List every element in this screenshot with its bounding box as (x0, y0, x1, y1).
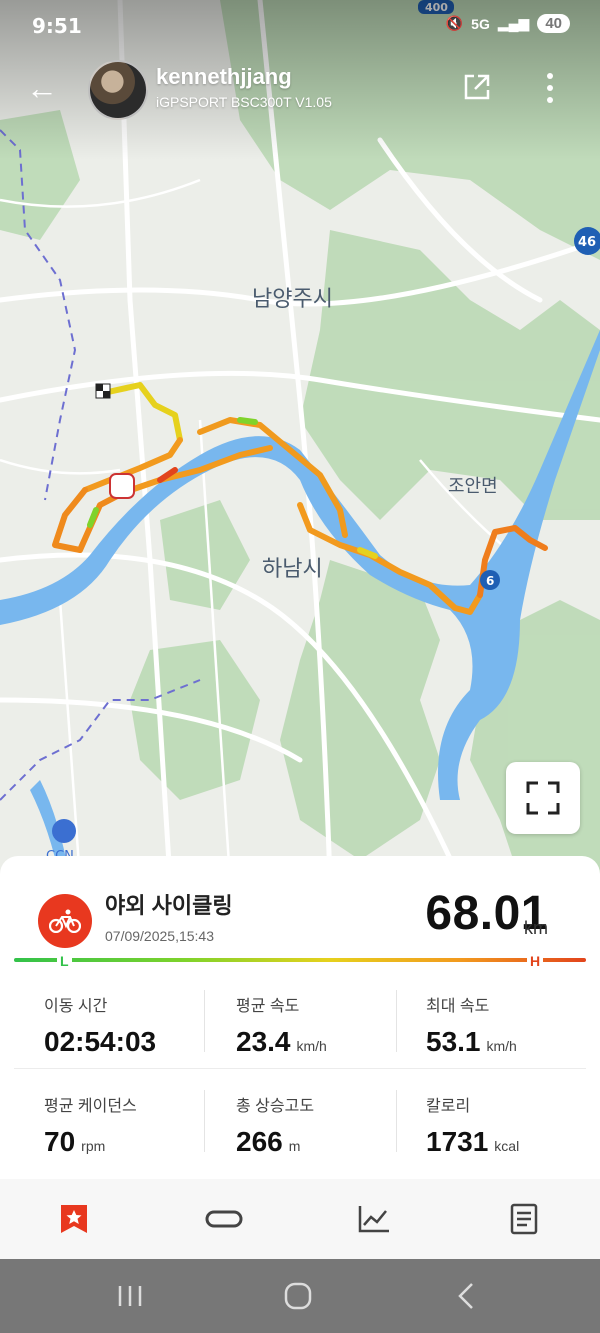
stat-unit: kcal (494, 1138, 520, 1154)
stat-label: 칼로리 (426, 1098, 471, 1115)
stat-value: 70 (44, 1126, 76, 1157)
lap-track-icon (205, 1210, 243, 1228)
divider (204, 990, 205, 1052)
stat-label: 최대 속도 (426, 998, 490, 1015)
recent-apps-icon[interactable] (110, 1281, 150, 1311)
status-time: 9:51 (32, 14, 82, 38)
more-options-icon[interactable] (540, 70, 560, 106)
route-map[interactable]: 남양주시 하남시 조안면 CCN 400 46 6 (0, 0, 600, 880)
stat-avg-cadence: 평균 케이던스 70 rpm (44, 1092, 214, 1158)
back-nav-icon[interactable] (446, 1281, 486, 1311)
tab-details[interactable] (504, 1201, 544, 1237)
network-label: 5G (471, 15, 490, 32)
stat-moving-time: 이동 시간 02:54:03 (44, 992, 214, 1058)
scale-high-label: H (527, 953, 544, 969)
stat-unit: m (288, 1138, 301, 1154)
cycling-icon (38, 894, 92, 948)
stat-total-ascent: 총 상승고도 266 m (236, 1092, 406, 1158)
stat-calories: 칼로리 1731 kcal (426, 1092, 596, 1158)
home-icon[interactable] (278, 1281, 318, 1311)
divider (396, 990, 397, 1052)
stat-value: 1731 (426, 1126, 489, 1157)
status-bar: 9:51 🔇 5G ▂▄▆ 40 (0, 0, 600, 54)
stat-unit: km/h (486, 1038, 517, 1054)
map-label-city1: 남양주시 (252, 287, 333, 312)
avatar[interactable] (88, 60, 148, 120)
stat-avg-speed: 평균 속도 23.4 km/h (236, 992, 406, 1058)
bottom-tab-bar (0, 1179, 600, 1259)
divider (396, 1090, 397, 1152)
road-badge-46: 46 (578, 235, 596, 250)
speed-color-scale (14, 958, 586, 962)
stat-unit: rpm (81, 1138, 106, 1154)
stat-value: 23.4 (236, 1026, 291, 1057)
system-navigation-bar (0, 1259, 600, 1333)
stat-value: 53.1 (426, 1026, 481, 1057)
mute-icon: 🔇 (445, 15, 464, 31)
header-bar: ← kennethjjang iGPSPORT BSC300T V1.05 (0, 54, 600, 126)
stat-max-speed: 최대 속도 53.1 km/h (426, 992, 596, 1058)
divider (204, 1090, 205, 1152)
back-arrow-icon[interactable]: ← (26, 72, 58, 104)
tab-charts[interactable] (354, 1201, 394, 1237)
stat-label: 평균 케이던스 (44, 1098, 137, 1115)
map-label-town: 조안면 (448, 476, 498, 497)
line-chart-icon (358, 1206, 389, 1233)
stat-unit: km/h (296, 1038, 327, 1054)
stat-label: 평균 속도 (236, 998, 300, 1015)
distance-unit: km (524, 918, 548, 938)
username[interactable]: kennethjjang (156, 64, 292, 90)
stat-value: 02:54:03 (44, 1026, 157, 1057)
stat-value: 266 (236, 1126, 283, 1157)
stat-label: 이동 시간 (44, 998, 108, 1015)
road-badge-6: 6 (486, 574, 494, 588)
tab-summary[interactable] (54, 1201, 94, 1237)
scale-low-label: L (57, 953, 72, 969)
fullscreen-icon (526, 781, 560, 815)
signal-icon: ▂▄▆ (497, 15, 530, 31)
fullscreen-button[interactable] (506, 762, 580, 834)
tab-laps[interactable] (204, 1201, 244, 1237)
activity-type: 야외 사이클링 (105, 893, 233, 918)
device-name: iGPSPORT BSC300T V1.05 (156, 94, 332, 110)
bookmark-star-icon (61, 1205, 87, 1233)
document-list-icon (510, 1203, 538, 1235)
battery-badge: 40 (537, 14, 570, 33)
share-icon[interactable] (462, 72, 492, 102)
row-divider (14, 1068, 586, 1069)
activity-datetime: 07/09/2025,15:43 (105, 928, 214, 944)
map-label-city2: 하남시 (262, 557, 323, 582)
activity-summary-panel: 야외 사이클링 07/09/2025,15:43 68.01 km L H 이동… (0, 856, 600, 1179)
stat-label: 총 상승고도 (236, 1098, 315, 1115)
